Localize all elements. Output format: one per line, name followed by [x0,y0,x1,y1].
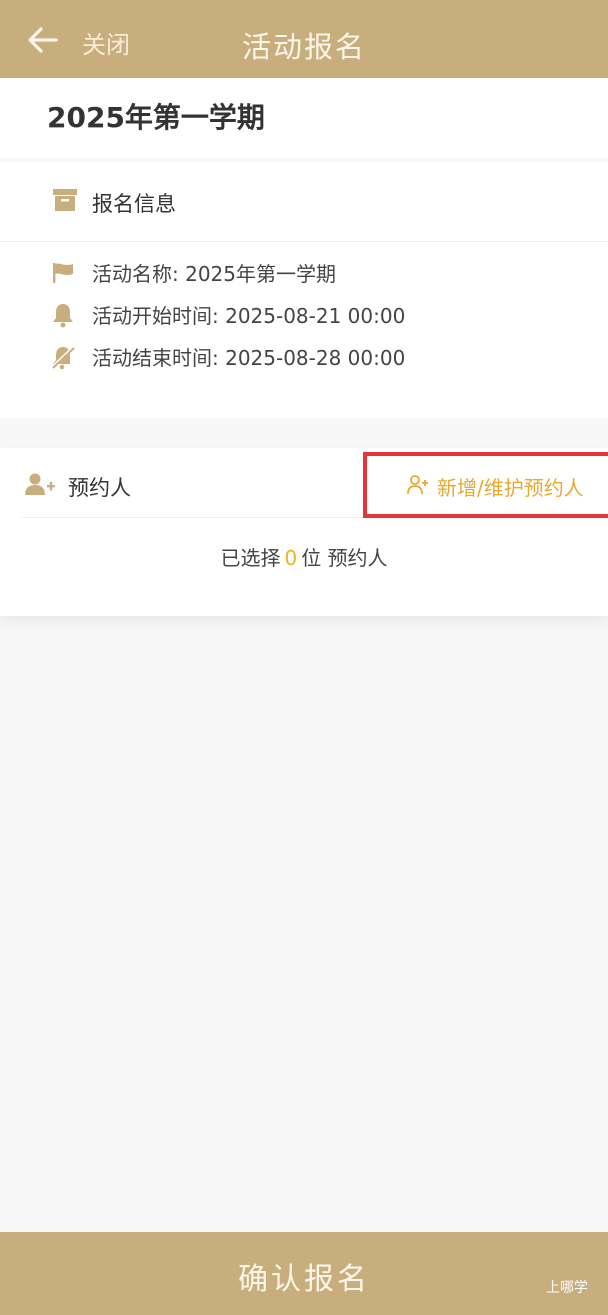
start-time-text: 活动开始时间: 2025-08-21 00:00 [92,304,406,328]
confirm-registration-label: 确认报名 [238,1262,370,1297]
info-row-start-time: 活动开始时间: 2025-08-21 00:00 [0,298,608,330]
info-row-activity-name: 活动名称: 2025年第一学期 [0,256,608,288]
confirm-registration-button[interactable]: 确认报名 [0,1232,608,1315]
watermark-text: 上哪学 [546,1280,588,1296]
add-maintain-people-button[interactable]: 新增/维护预约人 [363,452,608,518]
selected-count-summary: 已选择 0 位 预约人 [0,542,608,571]
selected-prefix: 已选择 [220,546,281,570]
page-title: 活动报名 [241,30,366,64]
bell-off-icon [50,344,76,370]
flag-icon [50,260,76,286]
archive-box-icon [52,188,78,212]
selected-suffix: 位 预约人 [301,546,388,570]
term-title: 2025年第一学期 [47,101,265,134]
top-bar: 关闭 活动报名 [0,0,608,84]
user-plus-outline-icon [407,474,429,496]
selected-count: 0 [284,546,298,570]
bell-icon [50,302,76,328]
reservation-people-label: 预约人 [68,476,131,500]
info-row-end-time: 活动结束时间: 2025-08-28 00:00 [0,340,608,372]
user-add-icon [24,472,56,496]
registration-info-card: 报名信息 活动名称: 2025年第一学期 活动开始时间: 2025-08-21 … [0,162,608,418]
term-card: 2025年第一学期 [0,78,608,158]
add-maintain-people-label: 新增/维护预约人 [437,476,584,500]
end-time-text: 活动结束时间: 2025-08-28 00:00 [92,346,406,370]
registration-info-label: 报名信息 [92,192,176,216]
activity-name-text: 活动名称: 2025年第一学期 [92,262,336,286]
registration-info-header: 报名信息 [0,162,608,242]
